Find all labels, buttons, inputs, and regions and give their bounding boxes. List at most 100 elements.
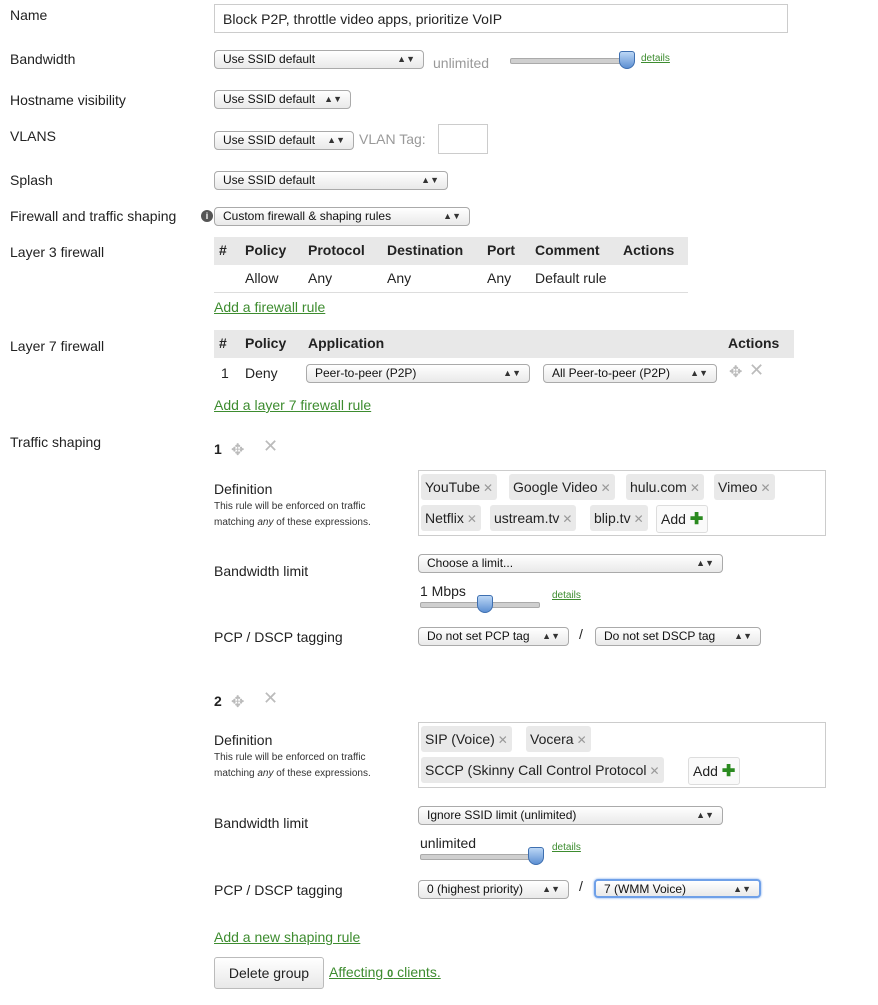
rule-2-bw-select[interactable]: Ignore SSID limit (unlimited) ▲▼ <box>418 806 723 825</box>
close-icon[interactable]: ✕ <box>263 688 278 709</box>
plus-icon: ✚ <box>689 511 704 528</box>
l7-app-detail-select-value: All Peer-to-peer (P2P) <box>552 366 671 380</box>
l7-app-detail-select[interactable]: All Peer-to-peer (P2P) ▲▼ <box>543 364 717 383</box>
rule-2-dscp-select-value: 7 (WMM Voice) <box>604 882 687 896</box>
rule-2-bw-value: unlimited <box>420 835 477 851</box>
help-text: matching <box>214 517 258 528</box>
bandwidth-value: unlimited <box>433 55 490 71</box>
add-expression-button[interactable]: Add ✚ <box>688 757 741 785</box>
delete-group-button[interactable]: Delete group <box>214 957 324 989</box>
help-text: of these expressions. <box>273 768 371 779</box>
select-arrow-icon: ▲▼ <box>503 368 521 378</box>
affecting-clients-link[interactable]: Affecting 0 clients. <box>329 964 441 980</box>
remove-tag-icon[interactable]: ✕ <box>601 481 611 495</box>
name-input-value: Block P2P, throttle video apps, prioriti… <box>223 11 503 27</box>
move-icon[interactable]: ✥ <box>231 440 244 460</box>
help-text-emph: any <box>257 768 274 779</box>
rule-2-pcp-label: PCP / DSCP tagging <box>214 882 343 898</box>
remove-tag-icon[interactable]: ✕ <box>650 764 660 778</box>
rule-1-pcp-select[interactable]: Do not set PCP tag ▲▼ <box>418 627 569 646</box>
label-splash: Splash <box>10 172 53 188</box>
select-arrow-icon: ▲▼ <box>542 884 560 894</box>
label-name: Name <box>10 7 48 23</box>
label-vlans: VLANS <box>10 128 56 144</box>
l3-header-comment: Comment <box>535 242 600 258</box>
l7-app-select[interactable]: Peer-to-peer (P2P) ▲▼ <box>306 364 530 383</box>
rule-2-pcp-select-value: 0 (highest priority) <box>427 882 524 896</box>
expression-tag: SCCP (Skinny Call Control Protocol ✕ <box>421 757 664 783</box>
rule-2-bw-label: Bandwidth limit <box>214 815 309 831</box>
close-icon[interactable]: ✕ <box>749 360 764 381</box>
bandwidth-details-link[interactable]: details <box>641 53 670 64</box>
splash-select[interactable]: Use SSID default ▲▼ <box>214 171 448 190</box>
move-icon[interactable]: ✥ <box>729 362 742 382</box>
hostname-select-value: Use SSID default <box>223 92 316 106</box>
rule-2-pcp-select[interactable]: 0 (highest priority) ▲▼ <box>418 880 569 899</box>
rule-1-bw-slider-knob[interactable] <box>477 595 493 613</box>
remove-tag-icon[interactable]: ✕ <box>483 481 493 495</box>
expression-tag: YouTube ✕ <box>421 474 498 500</box>
tag-label: ustream.tv <box>494 510 560 526</box>
bandwidth-select-value: Use SSID default <box>223 52 316 66</box>
rule-1-help-2: matching any of these expressions. <box>214 517 371 528</box>
label-l3: Layer 3 firewall <box>10 244 105 260</box>
expression-tag: Netflix ✕ <box>421 505 481 531</box>
l3-header-actions: Actions <box>623 242 675 258</box>
l3-row-destination: Any <box>387 270 412 286</box>
l7-header-num: # <box>219 335 227 351</box>
firewall-select[interactable]: Custom firewall & shaping rules ▲▼ <box>214 207 470 226</box>
splash-select-value: Use SSID default <box>223 173 316 187</box>
l7-app-select-value: Peer-to-peer (P2P) <box>315 366 417 380</box>
vlans-select[interactable]: Use SSID default ▲▼ <box>214 131 354 150</box>
hostname-select[interactable]: Use SSID default ▲▼ <box>214 90 351 109</box>
label-l7: Layer 7 firewall <box>10 338 105 354</box>
remove-tag-icon[interactable]: ✕ <box>562 512 572 526</box>
select-arrow-icon: ▲▼ <box>696 558 714 568</box>
expression-tag: SIP (Voice) ✕ <box>421 726 512 752</box>
rule-2-details-link[interactable]: details <box>552 842 581 853</box>
remove-tag-icon[interactable]: ✕ <box>498 733 508 747</box>
bandwidth-slider-track[interactable] <box>510 58 632 64</box>
add-expression-button[interactable]: Add ✚ <box>656 505 709 533</box>
l3-row-protocol: Any <box>308 270 333 286</box>
l3-row-policy: Allow <box>245 270 279 286</box>
remove-tag-icon[interactable]: ✕ <box>690 481 700 495</box>
vlan-tag-input[interactable] <box>438 124 488 154</box>
rule-1-bw-select[interactable]: Choose a limit... ▲▼ <box>418 554 723 573</box>
close-icon[interactable]: ✕ <box>263 436 278 457</box>
select-arrow-icon: ▲▼ <box>733 884 751 894</box>
label-firewall: Firewall and traffic shaping <box>10 208 177 224</box>
add-firewall-rule-link[interactable]: Add a firewall rule <box>214 299 325 315</box>
select-arrow-icon: ▲▼ <box>327 135 345 145</box>
l3-header-port: Port <box>487 242 515 258</box>
l7-row-policy: Deny <box>245 365 278 381</box>
bandwidth-select[interactable]: Use SSID default ▲▼ <box>214 50 424 69</box>
remove-tag-icon[interactable]: ✕ <box>577 733 587 747</box>
expression-tag: blip.tv ✕ <box>590 505 648 531</box>
remove-tag-icon[interactable]: ✕ <box>760 481 770 495</box>
rule-1-bw-select-value: Choose a limit... <box>427 556 514 570</box>
label-traffic: Traffic shaping <box>10 434 102 450</box>
bandwidth-slider-knob[interactable] <box>619 51 635 69</box>
name-input[interactable]: Block P2P, throttle video apps, prioriti… <box>214 4 788 33</box>
remove-tag-icon[interactable]: ✕ <box>467 512 477 526</box>
rule-1-details-link[interactable]: details <box>552 590 581 601</box>
select-arrow-icon: ▲▼ <box>421 175 439 185</box>
remove-tag-icon[interactable]: ✕ <box>634 512 644 526</box>
l3-header-destination: Destination <box>387 242 464 258</box>
rule-1-dscp-select[interactable]: Do not set DSCP tag ▲▼ <box>595 627 761 646</box>
rule-2-help-2: matching any of these expressions. <box>214 768 371 779</box>
l3-header-num: # <box>219 242 227 258</box>
help-text: matching <box>214 768 258 779</box>
rule-2-bw-slider-track[interactable] <box>420 854 540 860</box>
rule-2-bw-slider-knob[interactable] <box>528 847 544 865</box>
add-l7-rule-link[interactable]: Add a layer 7 firewall rule <box>214 397 371 413</box>
rule-1-definition-label: Definition <box>214 481 273 497</box>
info-icon[interactable]: i <box>201 210 213 222</box>
tag-label: YouTube <box>425 479 481 495</box>
add-shaping-rule-link[interactable]: Add a new shaping rule <box>214 929 360 945</box>
rule-2-dscp-select[interactable]: 7 (WMM Voice) ▲▼ <box>594 879 761 898</box>
move-icon[interactable]: ✥ <box>231 692 244 712</box>
label-hostname: Hostname visibility <box>10 92 126 108</box>
add-label: Add <box>693 763 718 779</box>
